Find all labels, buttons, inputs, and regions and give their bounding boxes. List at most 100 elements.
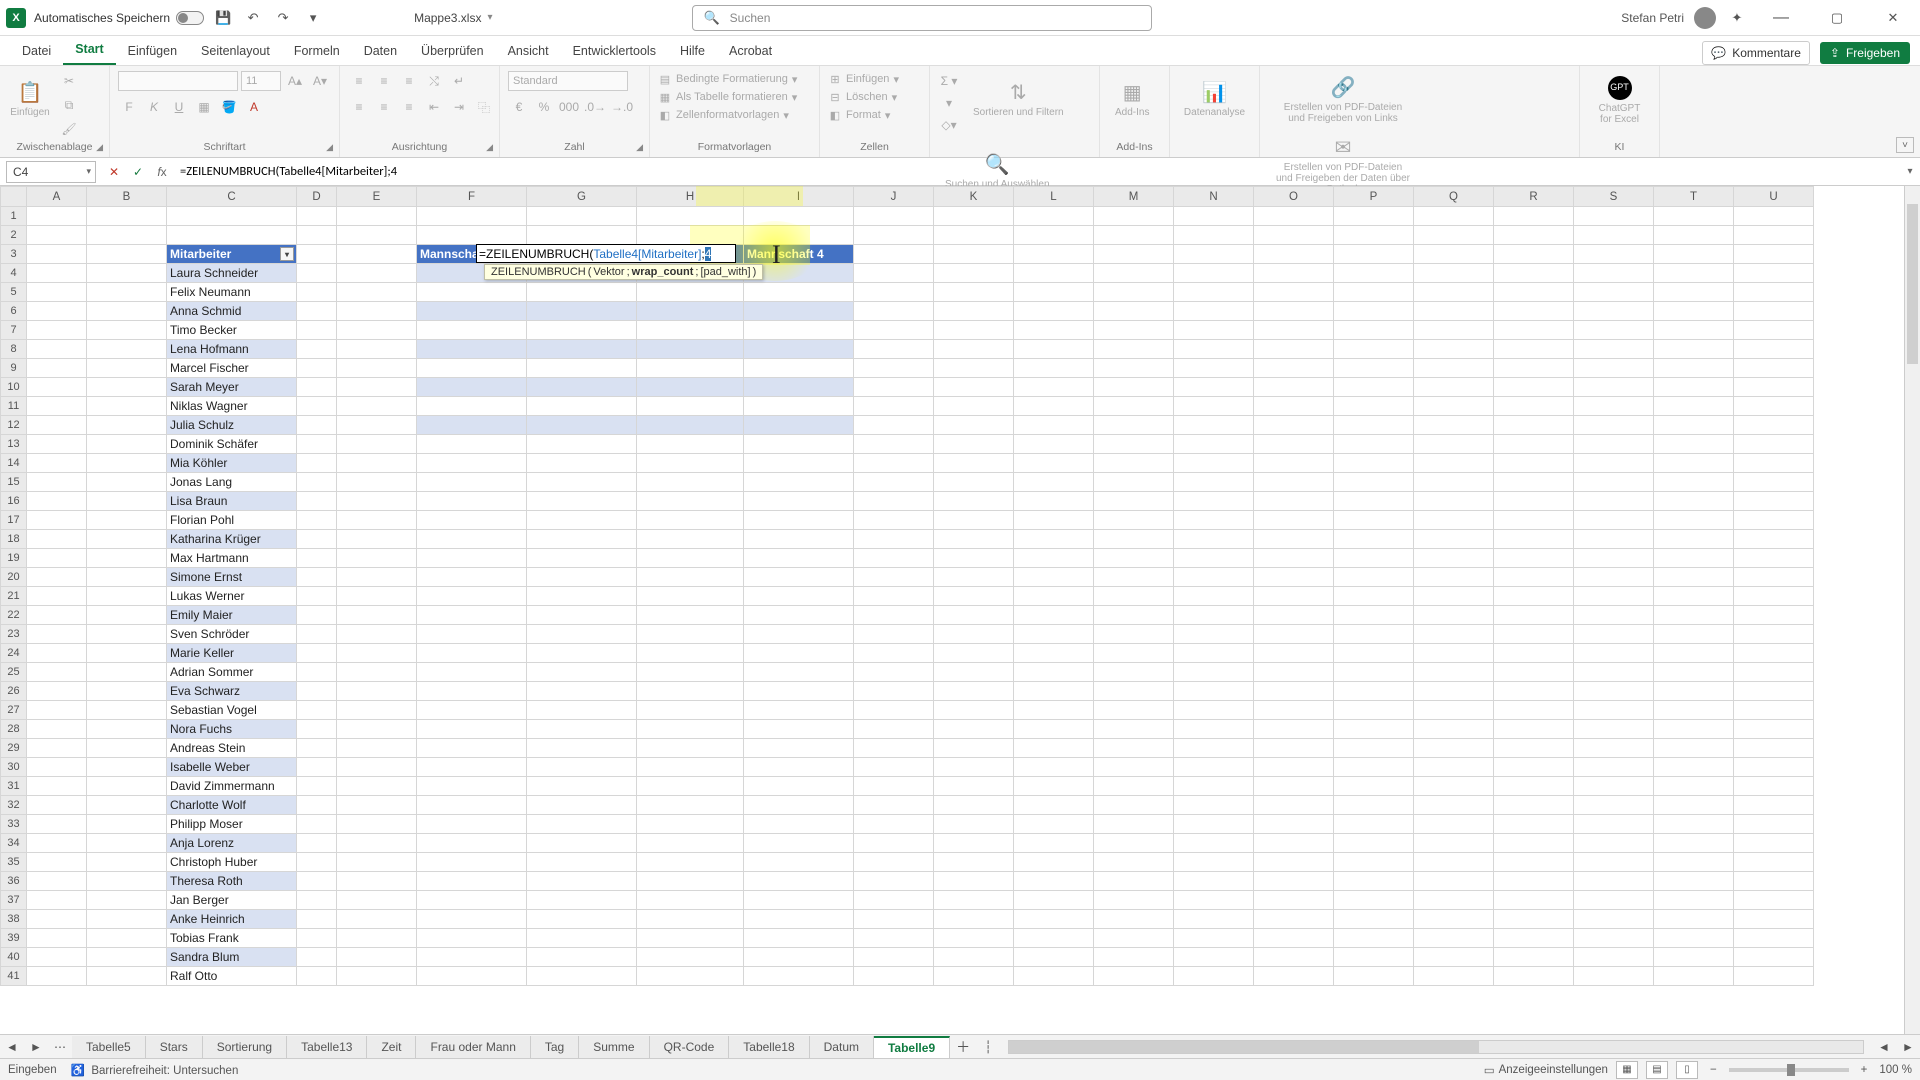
- cell[interactable]: [1414, 834, 1494, 853]
- cell[interactable]: [1654, 872, 1734, 891]
- sheet-tab[interactable]: Summe: [579, 1036, 649, 1058]
- cell[interactable]: [417, 511, 527, 530]
- cell[interactable]: [87, 207, 167, 226]
- cell[interactable]: [1494, 872, 1574, 891]
- cell[interactable]: [1174, 587, 1254, 606]
- format-as-table-button[interactable]: ▦Als Tabelle formatieren ▾: [658, 88, 797, 106]
- window-maximize-icon[interactable]: ▢: [1814, 3, 1860, 33]
- cell[interactable]: [637, 929, 744, 948]
- cell[interactable]: [1174, 644, 1254, 663]
- cell[interactable]: [637, 207, 744, 226]
- cell[interactable]: Philipp Moser: [167, 815, 297, 834]
- cell[interactable]: [297, 473, 337, 492]
- cell[interactable]: [297, 454, 337, 473]
- cell[interactable]: [1494, 378, 1574, 397]
- cell[interactable]: [1174, 568, 1254, 587]
- cell[interactable]: [1654, 302, 1734, 321]
- cell[interactable]: [1414, 587, 1494, 606]
- cell[interactable]: [744, 644, 854, 663]
- cell[interactable]: [854, 473, 934, 492]
- cell[interactable]: [337, 473, 417, 492]
- cell[interactable]: [1654, 492, 1734, 511]
- cell[interactable]: [527, 226, 637, 245]
- cell[interactable]: [337, 948, 417, 967]
- cell[interactable]: [1254, 910, 1334, 929]
- cell[interactable]: [854, 834, 934, 853]
- cell[interactable]: [744, 473, 854, 492]
- cell[interactable]: [1574, 625, 1654, 644]
- cell[interactable]: [1094, 815, 1174, 834]
- currency-icon[interactable]: €: [508, 96, 530, 118]
- row-header[interactable]: 40: [1, 948, 27, 967]
- cell[interactable]: [297, 796, 337, 815]
- col-header-Q[interactable]: Q: [1414, 187, 1494, 207]
- cell[interactable]: [934, 416, 1014, 435]
- cell[interactable]: [1174, 625, 1254, 644]
- cell[interactable]: [27, 815, 87, 834]
- cell[interactable]: [934, 777, 1014, 796]
- cell[interactable]: [1574, 758, 1654, 777]
- cell[interactable]: [417, 568, 527, 587]
- fill-color-icon[interactable]: 🪣: [218, 96, 240, 118]
- cell[interactable]: [297, 872, 337, 891]
- cell[interactable]: [854, 416, 934, 435]
- cell[interactable]: [1574, 644, 1654, 663]
- cell[interactable]: [1174, 530, 1254, 549]
- cell[interactable]: [854, 948, 934, 967]
- cell[interactable]: Nora Fuchs: [167, 720, 297, 739]
- cell[interactable]: [1094, 340, 1174, 359]
- cell[interactable]: [854, 853, 934, 872]
- cell[interactable]: [1414, 568, 1494, 587]
- cell[interactable]: [297, 644, 337, 663]
- format-cells-button[interactable]: ◧Format ▾: [828, 106, 890, 124]
- ribbon-collapse-button[interactable]: ˅: [1896, 137, 1914, 153]
- cell[interactable]: [1414, 682, 1494, 701]
- cell[interactable]: [934, 587, 1014, 606]
- cell[interactable]: [27, 606, 87, 625]
- cell[interactable]: [1734, 625, 1814, 644]
- cell[interactable]: [87, 340, 167, 359]
- formula-cancel-button[interactable]: ✕: [102, 161, 126, 183]
- cell[interactable]: [637, 948, 744, 967]
- cell[interactable]: [1574, 663, 1654, 682]
- cell[interactable]: [417, 530, 527, 549]
- cell[interactable]: [1014, 777, 1094, 796]
- cell[interactable]: [1414, 777, 1494, 796]
- cell[interactable]: [934, 245, 1014, 264]
- cell[interactable]: [854, 549, 934, 568]
- user-avatar[interactable]: [1694, 7, 1716, 29]
- cell[interactable]: Lukas Werner: [167, 587, 297, 606]
- cell[interactable]: [1174, 549, 1254, 568]
- cell[interactable]: [1654, 359, 1734, 378]
- cell[interactable]: [637, 720, 744, 739]
- cell[interactable]: [87, 302, 167, 321]
- cell[interactable]: [1334, 663, 1414, 682]
- cell[interactable]: [1174, 207, 1254, 226]
- clear-icon[interactable]: ◇▾: [938, 114, 960, 136]
- cell[interactable]: Laura Schneider: [167, 264, 297, 283]
- cell[interactable]: [744, 815, 854, 834]
- cell[interactable]: [934, 226, 1014, 245]
- dec-dec-icon[interactable]: →.0: [610, 96, 634, 118]
- cell[interactable]: [637, 872, 744, 891]
- cell[interactable]: [27, 454, 87, 473]
- cell[interactable]: [1734, 302, 1814, 321]
- cell[interactable]: [1174, 435, 1254, 454]
- cell[interactable]: [854, 264, 934, 283]
- cell[interactable]: [417, 321, 527, 340]
- cell[interactable]: [87, 397, 167, 416]
- cell[interactable]: [527, 739, 637, 758]
- cell[interactable]: [934, 625, 1014, 644]
- cell[interactable]: [744, 302, 854, 321]
- qat-undo-icon[interactable]: ↶: [242, 7, 264, 29]
- cell[interactable]: [27, 967, 87, 986]
- cell[interactable]: [297, 758, 337, 777]
- cell[interactable]: [1494, 492, 1574, 511]
- cell[interactable]: [1654, 796, 1734, 815]
- cell[interactable]: [1494, 834, 1574, 853]
- cell[interactable]: Ralf Otto: [167, 967, 297, 986]
- cell[interactable]: [87, 948, 167, 967]
- cell[interactable]: [337, 264, 417, 283]
- cell[interactable]: [417, 283, 527, 302]
- cell[interactable]: [637, 853, 744, 872]
